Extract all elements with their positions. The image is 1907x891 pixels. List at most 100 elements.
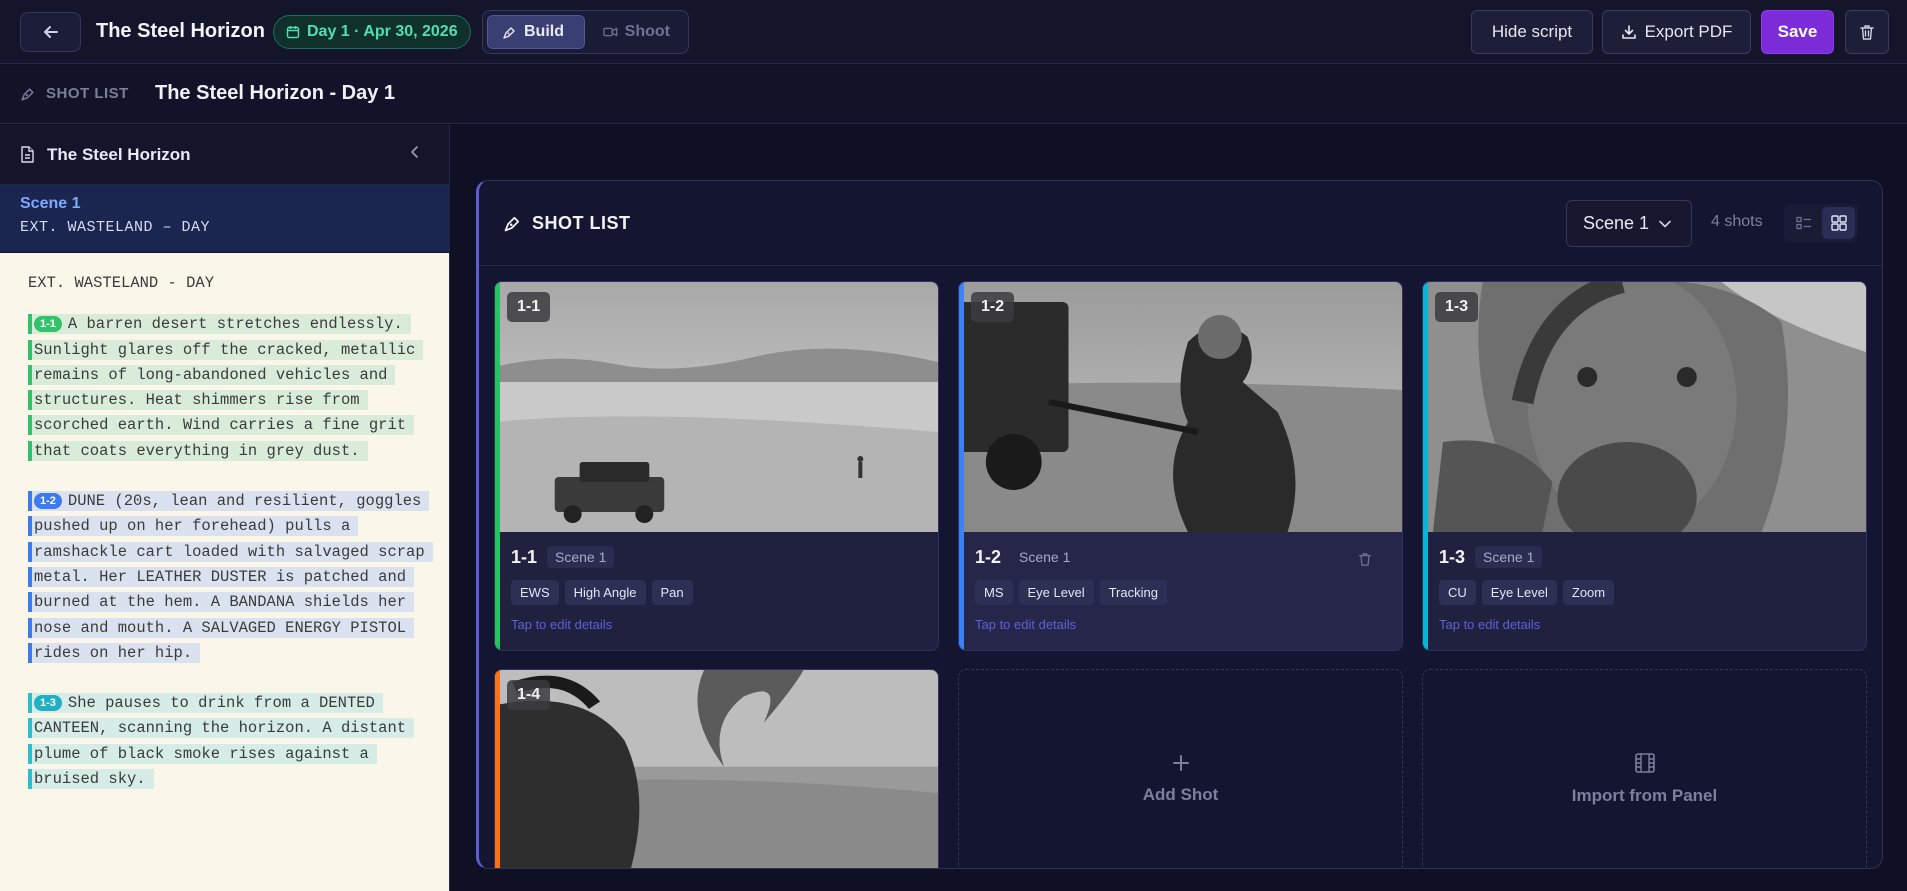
shot-thumbnail xyxy=(495,670,938,868)
trash-icon xyxy=(1860,24,1874,40)
export-pdf-label: Export PDF xyxy=(1644,22,1733,41)
grid-view-button[interactable] xyxy=(1822,207,1855,239)
list-view-button[interactable] xyxy=(1787,207,1820,239)
script-slugline: EXT. WASTELAND - DAY xyxy=(28,274,215,292)
page-title: The Steel Horizon - Day 1 xyxy=(155,82,396,104)
shot-number-badge: 1-3 xyxy=(1435,292,1479,322)
script-block[interactable]: 1-2 DUNE (20s, lean and resilient, goggle… xyxy=(28,489,433,666)
shot-card[interactable]: 1-1 1-1 Scene 1 EWS High Angle Pan Tap t… xyxy=(494,281,939,651)
script-block-text: A barren desert stretches endlessly. Sun… xyxy=(34,315,416,460)
shot-list-header: SHOT LIST Scene 1 4 shots xyxy=(479,181,1882,266)
camera-angle-chip: High Angle xyxy=(564,580,646,605)
shot-info: 1-1 Scene 1 EWS High Angle Pan Tap to ed… xyxy=(495,532,938,650)
back-button[interactable] xyxy=(20,12,81,52)
delete-shot-icon[interactable] xyxy=(1358,552,1372,572)
top-bar: The Steel Horizon Day 1 · Apr 30, 2026 B… xyxy=(0,0,1907,64)
shot-thumbnail xyxy=(959,282,1402,532)
shot-info: 1-2 Scene 1 MS Eye Level Tracking Tap to… xyxy=(959,532,1402,650)
view-toggle xyxy=(1784,204,1858,242)
day-badge[interactable]: Day 1 · Apr 30, 2026 xyxy=(273,15,471,49)
shot-card[interactable]: 1-4 xyxy=(494,669,939,868)
shot-tag: 1-3 xyxy=(34,695,62,712)
shot-number-badge: 1-1 xyxy=(507,292,551,322)
script-text: EXT. WASTELAND - DAY 1-1 A barren desert … xyxy=(0,253,449,891)
shot-size-chip: CU xyxy=(1439,580,1476,605)
list-view-icon xyxy=(1795,216,1811,230)
film-icon xyxy=(1634,753,1655,773)
section-label-text: SHOT LIST xyxy=(46,85,129,102)
script-block-text: She pauses to drink from a DENTED CANTEE… xyxy=(34,694,407,789)
shot-thumbnail xyxy=(495,282,938,532)
video-camera-icon xyxy=(603,27,618,37)
calendar-icon xyxy=(286,26,300,39)
script-block[interactable]: 1-3 She pauses to drink from a DENTED CAN… xyxy=(28,691,428,792)
shot-card[interactable]: 1-3 1-3 Scene 1 CU Eye Level Zoom Tap to… xyxy=(1422,281,1867,651)
shot-color-stripe xyxy=(495,670,500,868)
shot-number-badge: 1-2 xyxy=(971,292,1015,322)
shot-number: 1-1 xyxy=(511,546,538,567)
shot-size-chip: MS xyxy=(975,580,1013,605)
grid-view-icon xyxy=(1830,215,1847,231)
pen-tool-icon xyxy=(504,216,520,232)
scene-dropdown[interactable]: Scene 1 xyxy=(1566,200,1692,247)
shot-list-title: SHOT LIST xyxy=(503,213,631,234)
scene-chip: Scene 1 xyxy=(547,546,615,568)
script-block[interactable]: 1-1 A barren desert stretches endlessly. … xyxy=(28,312,428,464)
shoot-mode-button[interactable]: Shoot xyxy=(589,15,684,49)
shot-info: 1-3 Scene 1 CU Eye Level Zoom Tap to edi… xyxy=(1423,532,1866,650)
pen-tool-icon xyxy=(21,87,34,101)
shot-card[interactable]: 1-2 1-2 Scene 1 MS Eye Level Tracking Ta… xyxy=(958,281,1403,651)
camera-angle-chip: Eye Level xyxy=(1481,580,1557,605)
hide-script-button[interactable]: Hide script xyxy=(1471,10,1593,54)
scene-selector-item[interactable]: Scene 1 EXT. WASTELAND – DAY xyxy=(0,185,449,252)
sub-header: SHOT LIST The Steel Horizon - Day 1 xyxy=(0,65,1907,124)
save-label: Save xyxy=(1777,22,1818,41)
shot-size-chip: EWS xyxy=(511,580,559,605)
pen-tool-icon xyxy=(503,26,515,39)
shot-count: 4 shots xyxy=(1711,213,1763,230)
day-badge-label: Day 1 · Apr 30, 2026 xyxy=(307,23,458,40)
shot-list-panel: SHOT LIST Scene 1 4 shots 1-1 1-1 Scene … xyxy=(476,180,1883,869)
camera-movement-chip: Tracking xyxy=(1099,580,1167,605)
shot-tag: 1-2 xyxy=(34,493,62,510)
arrow-left-icon xyxy=(43,26,58,38)
build-mode-button[interactable]: Build xyxy=(487,15,585,49)
build-mode-label: Build xyxy=(524,23,564,40)
shot-number: 1-3 xyxy=(1439,546,1466,567)
add-shot-button[interactable]: Add Shot xyxy=(958,669,1403,868)
plus-icon xyxy=(1172,755,1189,771)
edit-details-link[interactable]: Tap to edit details xyxy=(975,617,1388,632)
download-icon xyxy=(1621,25,1636,39)
chevron-down-icon xyxy=(1659,220,1671,227)
section-label: SHOT LIST xyxy=(20,85,129,102)
shot-number-badge: 1-4 xyxy=(507,680,551,710)
camera-movement-chip: Zoom xyxy=(1562,580,1615,605)
script-block-text: DUNE (20s, lean and resilient, goggles p… xyxy=(34,492,425,662)
delete-button[interactable] xyxy=(1845,10,1889,54)
import-from-panel-button[interactable]: Import from Panel xyxy=(1422,669,1867,868)
sidebar-title: The Steel Horizon xyxy=(47,144,191,164)
scene-chip: Scene 1 xyxy=(1475,546,1543,568)
scene-dropdown-value: Scene 1 xyxy=(1583,213,1650,233)
collapse-sidebar-icon[interactable] xyxy=(409,143,421,164)
export-pdf-button[interactable]: Export PDF xyxy=(1602,10,1751,54)
import-from-panel-label: Import from Panel xyxy=(1571,786,1718,805)
shot-list-title-text: SHOT LIST xyxy=(532,213,631,233)
sidebar-header: The Steel Horizon xyxy=(0,125,449,185)
camera-movement-chip: Pan xyxy=(651,580,693,605)
scene-chip: Scene 1 xyxy=(1019,549,1071,565)
shot-thumbnail xyxy=(1423,282,1866,532)
document-icon xyxy=(21,146,34,163)
edit-details-link[interactable]: Tap to edit details xyxy=(511,617,924,632)
camera-angle-chip: Eye Level xyxy=(1018,580,1094,605)
hide-script-label: Hide script xyxy=(1491,22,1573,41)
shoot-mode-label: Shoot xyxy=(624,23,670,40)
edit-details-link[interactable]: Tap to edit details xyxy=(1439,617,1852,632)
script-sidebar: The Steel Horizon Scene 1 EXT. WASTELAND… xyxy=(0,125,450,891)
scene-label: Scene 1 xyxy=(20,195,81,212)
mode-toggle: Build Shoot xyxy=(482,10,689,54)
save-button[interactable]: Save xyxy=(1761,10,1834,54)
shot-tag: 1-1 xyxy=(34,316,62,333)
project-title: The Steel Horizon xyxy=(96,20,265,42)
shot-number: 1-2 xyxy=(975,546,1002,567)
